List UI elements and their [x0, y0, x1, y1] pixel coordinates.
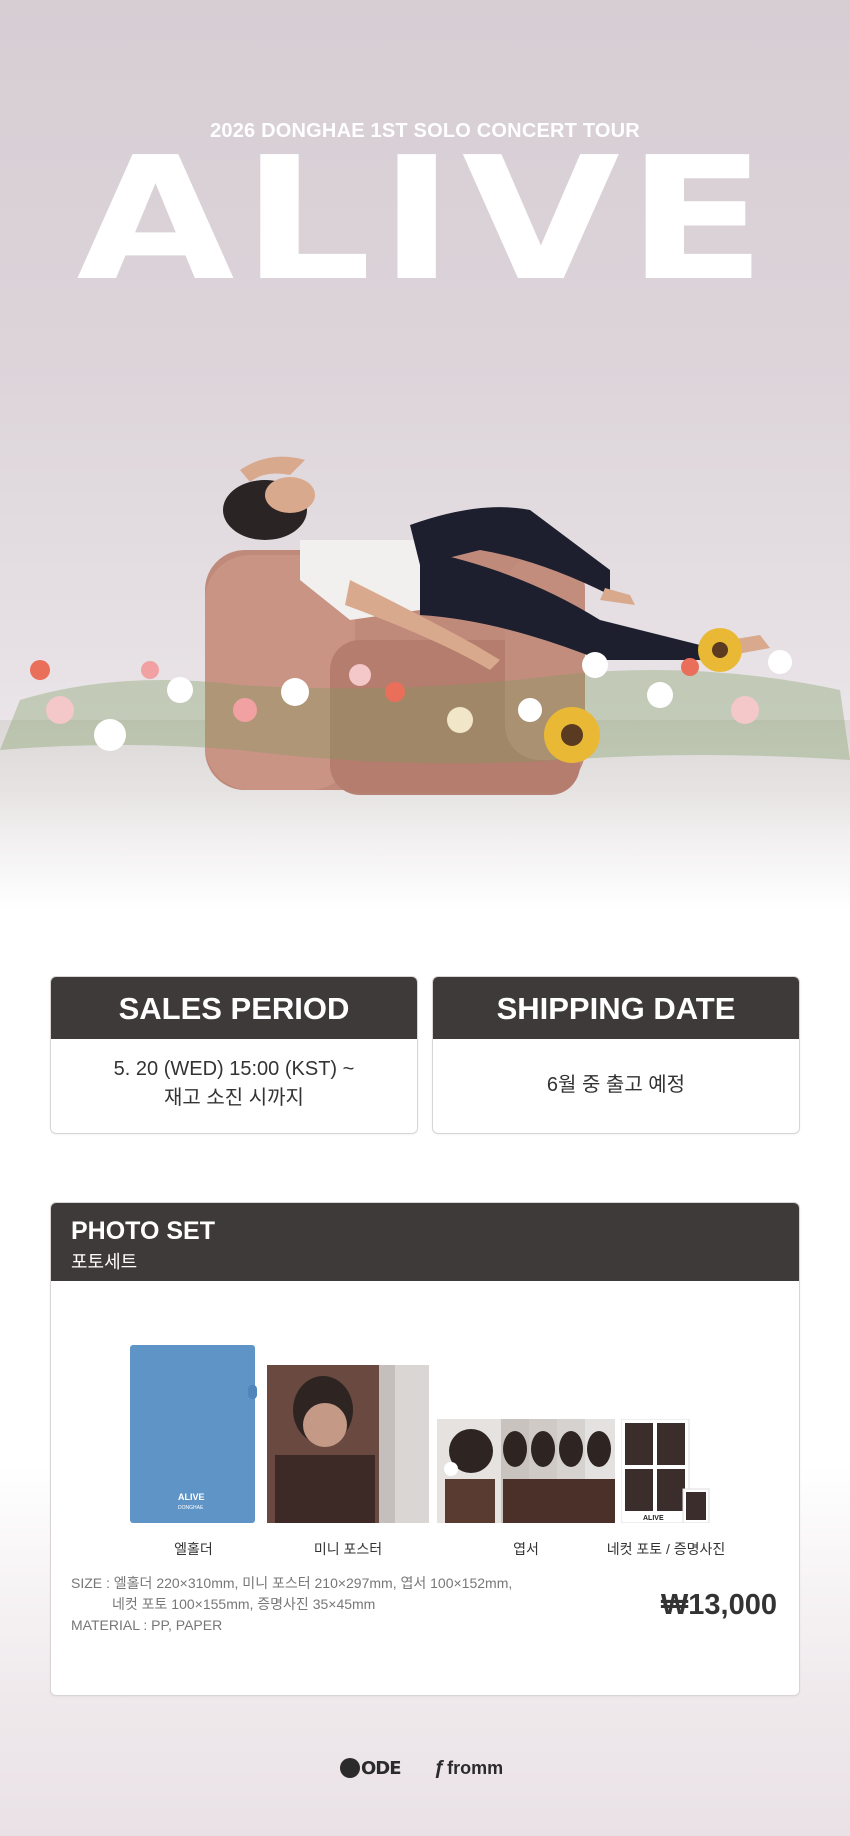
- fromm-logo: ƒ fromm: [434, 1755, 503, 1781]
- photo-set-specs: SIZE : 엘홀더 220×310mm, 미니 포스터 210×297mm, …: [71, 1573, 512, 1636]
- photo-set-title: PHOTO SET: [71, 1217, 216, 1245]
- sales-period-heading: SALES PERIOD: [51, 977, 417, 1039]
- spec-size-line2: 네컷 포토 100×155mm, 증명사진 35×45mm: [112, 1596, 376, 1612]
- fromm-logo-icon: ƒ: [434, 1756, 446, 1779]
- content-area: SALES PERIOD 5. 20 (WED) 15:00 (KST) ~ 재…: [0, 910, 850, 1836]
- spec-material: MATERIAL : PP, PAPER: [71, 1617, 223, 1633]
- sales-period-start: 5. 20 (WED) 15:00 (KST) ~: [113, 1058, 355, 1080]
- item-label-mini-poster: 미니 포스터: [313, 1541, 383, 1557]
- photo-set-header: PHOTO SET 포토세트: [51, 1203, 799, 1281]
- spec-size-line1: SIZE : 엘홀더 220×310mm, 미니 포스터 210×297mm, …: [71, 1575, 513, 1591]
- ode-logo-text: ODE: [361, 1757, 402, 1779]
- shipping-date-heading: SHIPPING DATE: [433, 977, 799, 1039]
- hero-banner: 2026 DONGHAE 1ST SOLO CONCERT TOUR ALIVE: [0, 0, 850, 910]
- item-label-l-holder: 엘홀더: [174, 1541, 213, 1557]
- four-cut-print: ALIVE: [643, 1515, 664, 1522]
- l-holder-print: ALIVE: [178, 1492, 205, 1502]
- shipping-date-text: 6월 중 출고 예정: [546, 1074, 686, 1096]
- footer-logos: ODE ƒ fromm: [0, 1755, 850, 1781]
- postcard-image: [437, 1419, 615, 1523]
- item-label-four-cut-photo: 네컷 포토 / 증명사진: [606, 1541, 726, 1557]
- hero-photo: [0, 456, 850, 910]
- four-cut-photo-image: ALIVE: [620, 1418, 711, 1524]
- photo-set-price: ₩13,000: [660, 1589, 777, 1621]
- l-holder-print-sub: DONGHAE: [178, 1505, 204, 1511]
- tour-title: ALIVE: [76, 121, 774, 319]
- shipping-date-card: SHIPPING DATE 6월 중 출고 예정: [432, 976, 800, 1134]
- sales-period-body: 5. 20 (WED) 15:00 (KST) ~ 재고 소진 시까지: [51, 1039, 417, 1113]
- l-holder-image: ALIVE DONGHAE: [130, 1345, 257, 1523]
- mini-poster-image: [267, 1365, 429, 1523]
- sales-period-end: 재고 소진 시까지: [164, 1087, 304, 1109]
- sales-period-card: SALES PERIOD 5. 20 (WED) 15:00 (KST) ~ 재…: [50, 976, 418, 1134]
- fromm-logo-text: fromm: [447, 1757, 504, 1778]
- photo-set-card: PHOTO SET 포토세트 ALIVE DONGHAE 엘홀더 미니 포스터 …: [50, 1202, 800, 1696]
- ode-logo: ODE: [340, 1755, 402, 1781]
- item-label-postcard: 엽서: [513, 1541, 539, 1557]
- photo-set-subtitle: 포토세트: [71, 1252, 138, 1272]
- ode-logo-icon: [340, 1758, 360, 1778]
